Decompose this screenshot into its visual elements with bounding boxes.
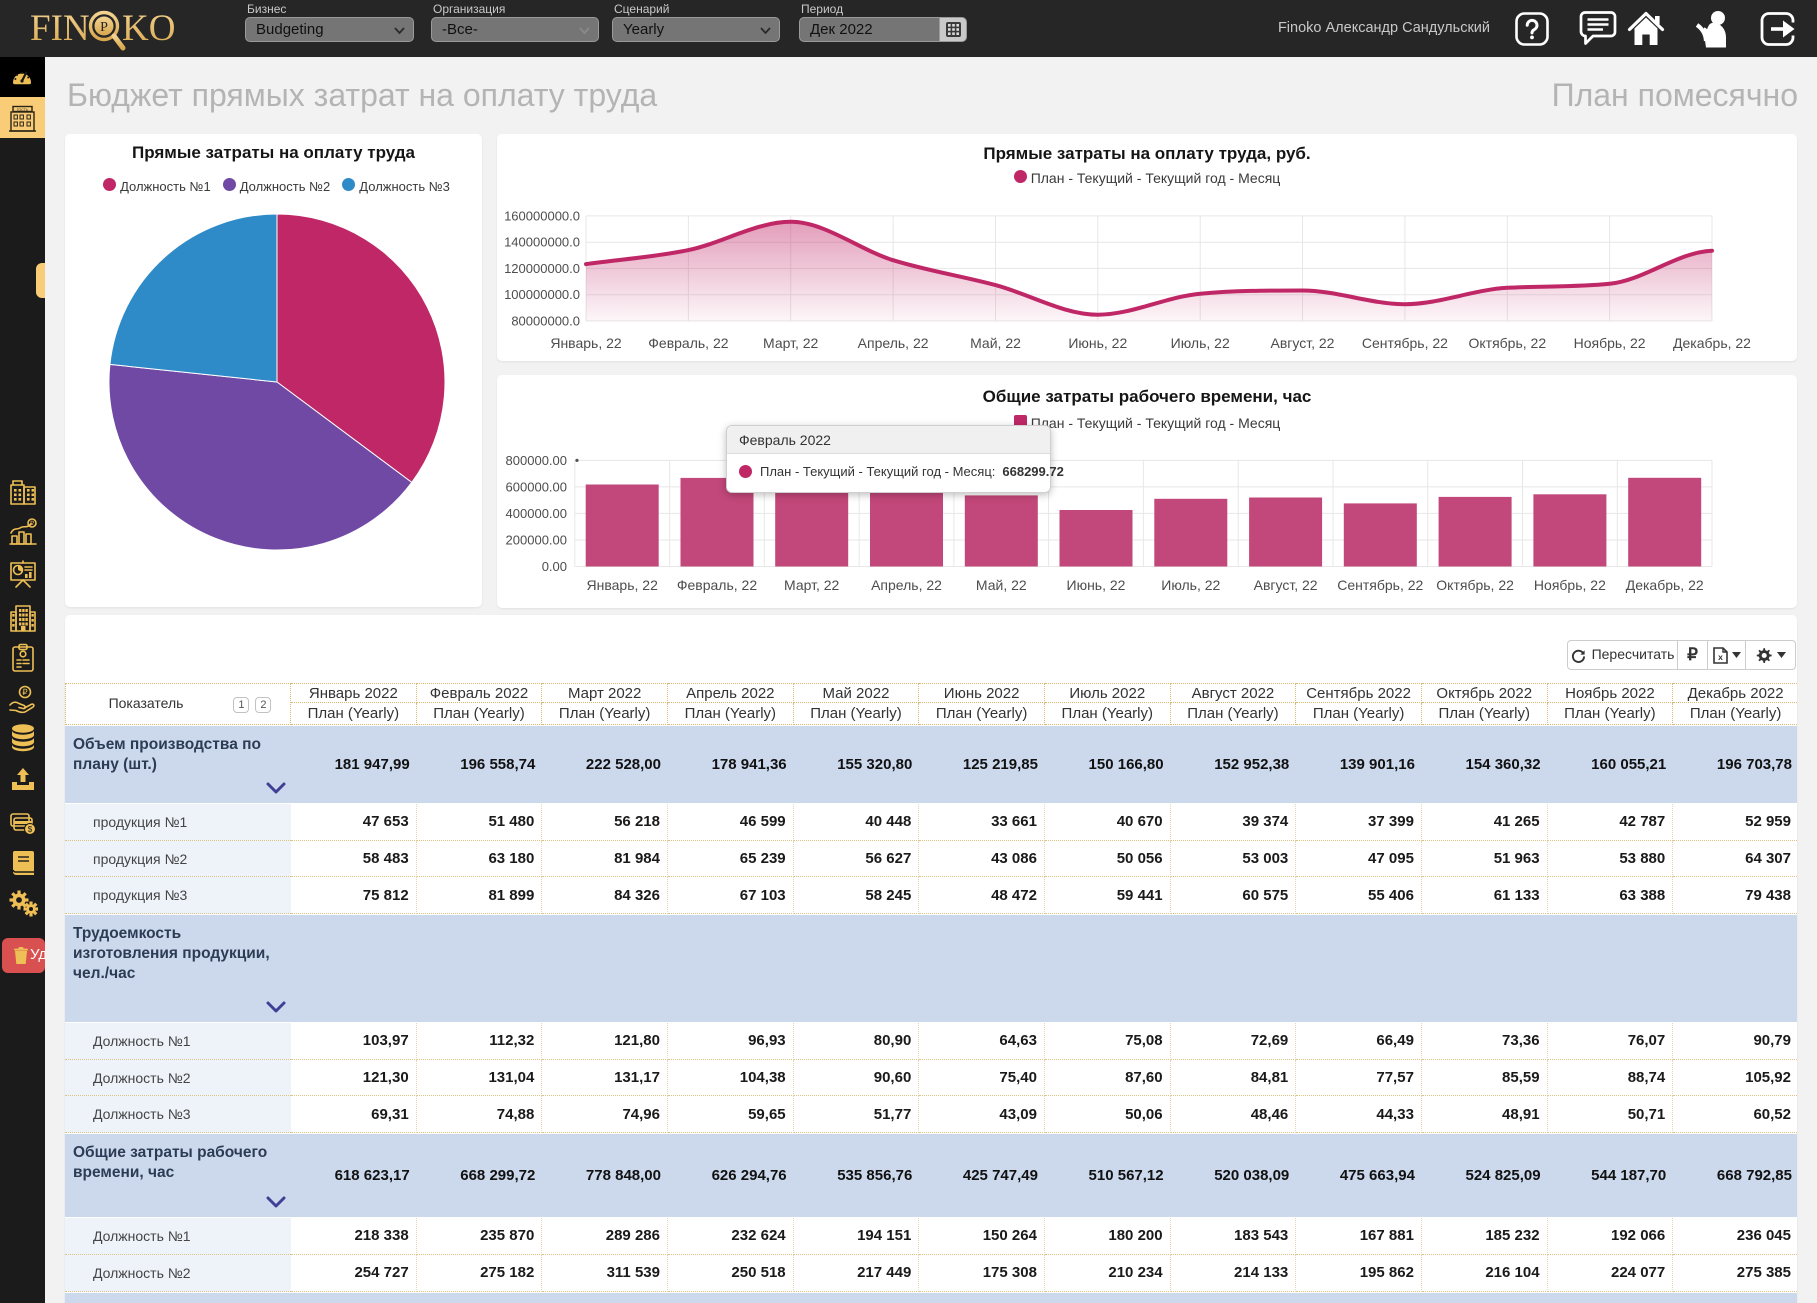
svg-text:Август, 22: Август, 22 — [1254, 577, 1318, 593]
svg-text:Сентябрь, 22: Сентябрь, 22 — [1362, 335, 1448, 351]
svg-text:Сентябрь, 22: Сентябрь, 22 — [1337, 577, 1423, 593]
svg-text:Апрель, 22: Апрель, 22 — [858, 335, 929, 351]
svg-text:Октябрь, 22: Октябрь, 22 — [1468, 335, 1546, 351]
svg-text:Октябрь, 22: Октябрь, 22 — [1436, 577, 1514, 593]
svg-text:Май, 22: Май, 22 — [976, 577, 1027, 593]
svg-text:Январь, 22: Январь, 22 — [550, 335, 622, 351]
svg-text:ГОСТЬ: ГОСТЬ — [17, 108, 29, 112]
svg-text:Январь, 22: Январь, 22 — [587, 577, 659, 593]
svg-text:₽: ₽ — [22, 687, 28, 697]
svg-text:KO: KO — [122, 8, 175, 49]
svg-text:120000000.0: 120000000.0 — [504, 261, 580, 276]
svg-text:x: x — [1718, 652, 1723, 662]
svg-text:Март, 22: Март, 22 — [763, 335, 819, 351]
svg-text:Апрель, 22: Апрель, 22 — [871, 577, 942, 593]
svg-text:FIN: FIN — [30, 8, 90, 49]
svg-text:Май, 22: Май, 22 — [970, 335, 1021, 351]
svg-text:Февраль, 22: Февраль, 22 — [648, 335, 728, 351]
svg-text:Март, 22: Март, 22 — [784, 577, 840, 593]
svg-text:Август, 22: Август, 22 — [1271, 335, 1335, 351]
svg-text:200000.00: 200000.00 — [506, 533, 567, 548]
svg-text:600000.00: 600000.00 — [506, 479, 567, 494]
svg-text:400000.00: 400000.00 — [506, 506, 567, 521]
svg-text:Февраль, 22: Февраль, 22 — [677, 577, 757, 593]
svg-text:Ноябрь, 22: Ноябрь, 22 — [1534, 577, 1606, 593]
svg-text:80000000.0: 80000000.0 — [511, 314, 580, 329]
svg-text:Декабрь, 22: Декабрь, 22 — [1626, 577, 1704, 593]
svg-text:0.00: 0.00 — [542, 559, 567, 574]
svg-text:100000000.0: 100000000.0 — [504, 287, 580, 302]
svg-text:$: $ — [28, 825, 33, 834]
svg-text:Июль, 22: Июль, 22 — [1161, 577, 1220, 593]
svg-text:160000000.0: 160000000.0 — [504, 208, 580, 223]
svg-text:Июнь, 22: Июнь, 22 — [1068, 335, 1127, 351]
svg-text:Июль, 22: Июль, 22 — [1171, 335, 1230, 351]
svg-text:Ноябрь, 22: Ноябрь, 22 — [1574, 335, 1646, 351]
svg-text:Декабрь, 22: Декабрь, 22 — [1673, 335, 1751, 351]
svg-text:Июнь, 22: Июнь, 22 — [1067, 577, 1126, 593]
svg-text:800000.00: 800000.00 — [506, 453, 567, 468]
svg-text:Р: Р — [100, 20, 108, 35]
svg-text:140000000.0: 140000000.0 — [504, 235, 580, 250]
